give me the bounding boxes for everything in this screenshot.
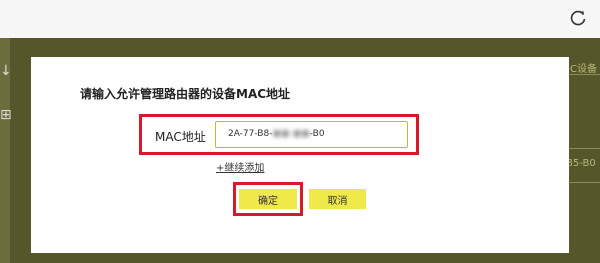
cancel-button[interactable]: 取消 [309, 189, 366, 209]
mac-address-input[interactable]: 2A-77-B8-■■-■■-B0 [215, 121, 408, 148]
add-mac-dialog: 请输入允许管理路由器的设备MAC地址 MAC地址 2A-77-B8-■■-■■-… [31, 57, 569, 253]
mac-field-label: MAC地址 [155, 130, 206, 144]
grid-icon: ⊞ [0, 107, 12, 123]
refresh-icon[interactable] [568, 8, 588, 28]
add-more-link[interactable]: +继续添加 [216, 159, 264, 174]
mac-value-redacted: ■■-■■ [272, 129, 310, 139]
background-column-header: C设备 [570, 64, 597, 75]
top-header [0, 0, 600, 38]
background-divider [568, 148, 600, 149]
background-cell-text: B5-B0 [566, 158, 596, 169]
mac-value-suffix: -B0 [309, 129, 325, 139]
confirm-button[interactable]: 确定 [239, 189, 297, 209]
download-icon: ↓ [0, 63, 12, 79]
background-divider [568, 182, 600, 183]
mac-value-prefix: 2A-77-B8- [228, 129, 273, 139]
dialog-title: 请输入允许管理路由器的设备MAC地址 [80, 87, 291, 101]
